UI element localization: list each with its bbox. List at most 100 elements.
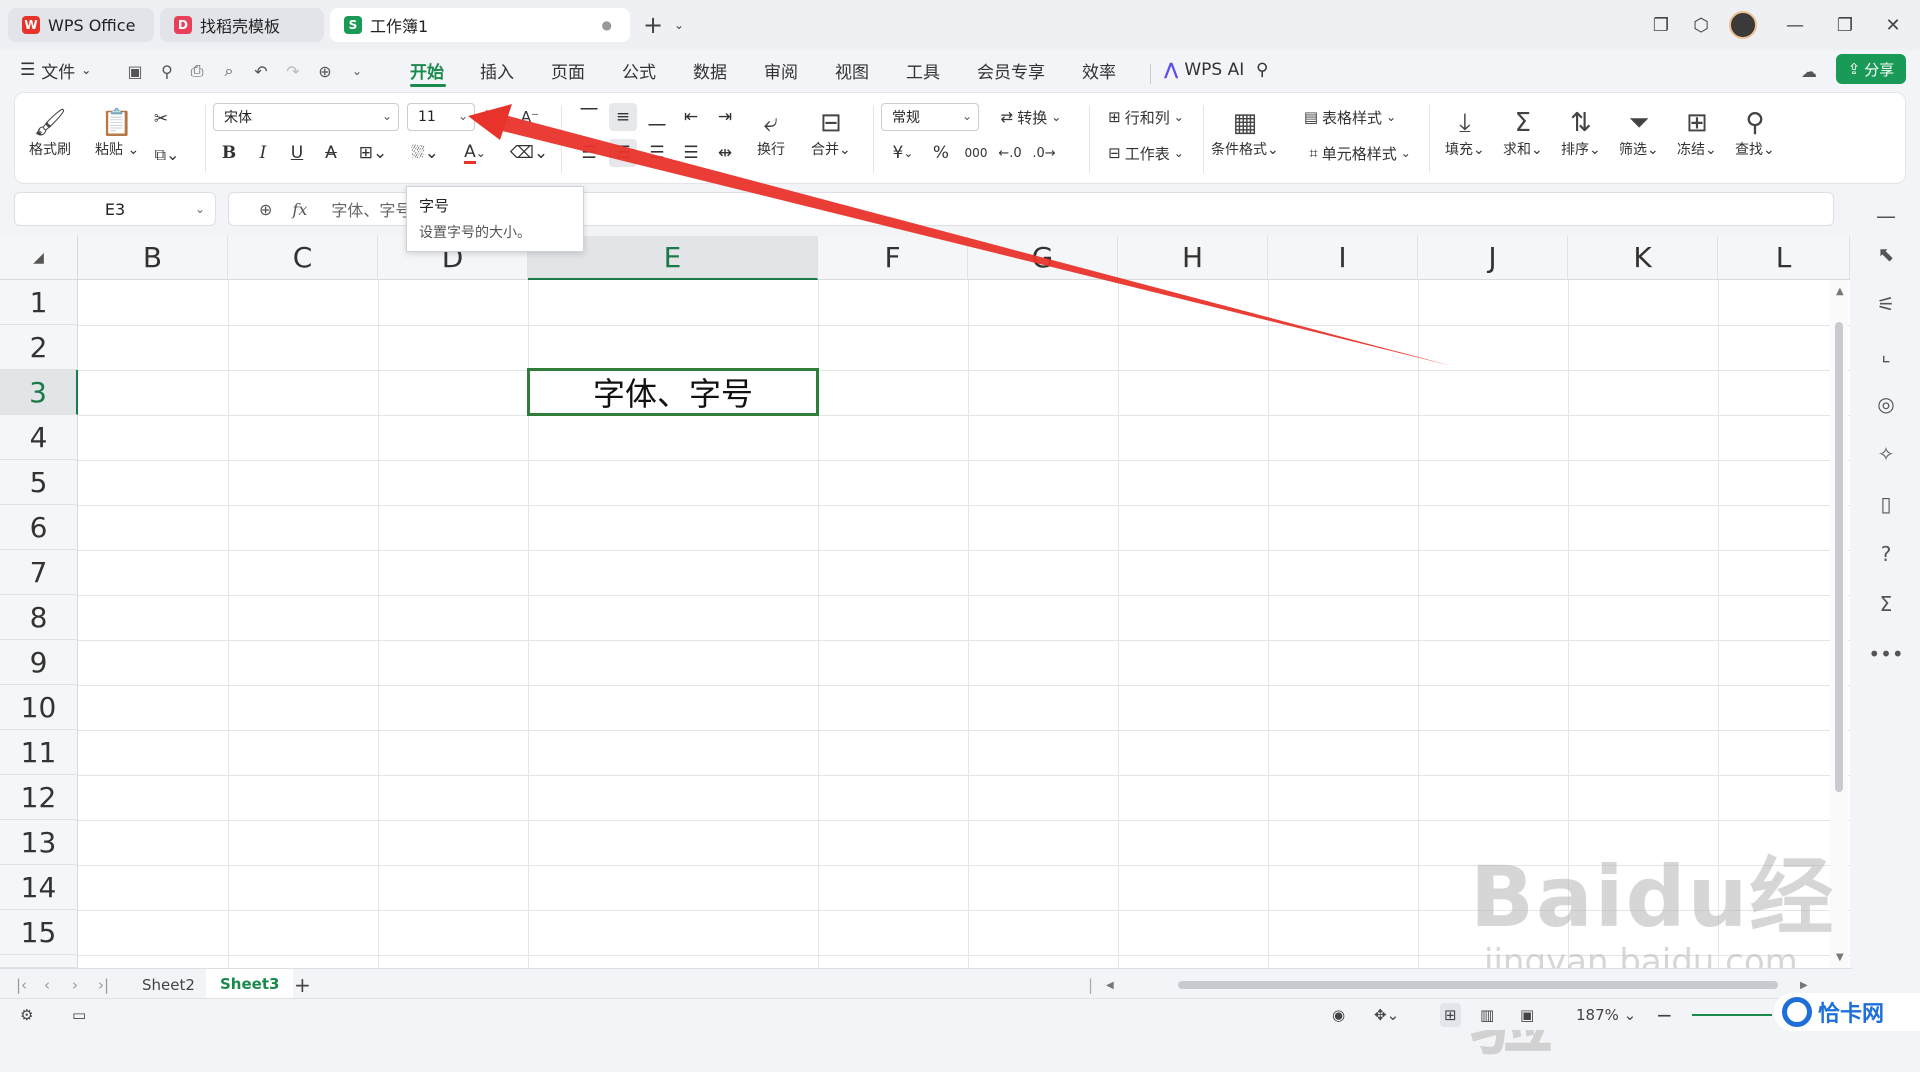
avatar[interactable] (1728, 10, 1758, 40)
clear-format-icon[interactable]: ⌫⌄ (509, 139, 549, 167)
thousands-button[interactable]: 000 (961, 139, 991, 167)
menu-efficiency[interactable]: 效率 (1082, 56, 1116, 84)
row-header-14[interactable]: 14 (0, 865, 78, 910)
undo-icon[interactable]: ↶ (248, 58, 274, 84)
percent-button[interactable]: % (927, 139, 955, 167)
share-button[interactable]: ⇪ 分享 (1836, 54, 1906, 84)
select-all-corner[interactable]: ◢ (0, 236, 78, 280)
row-header-10[interactable]: 10 (0, 685, 78, 730)
tools-icon[interactable]: ✧ (1872, 440, 1900, 468)
share-link-icon[interactable]: ⚲ (154, 58, 180, 84)
tab-docer-templates[interactable]: D 找稻壳模板 (160, 8, 324, 42)
strikethrough-button[interactable]: A (317, 139, 345, 167)
indent-decrease-icon[interactable]: ⇤ (677, 103, 705, 131)
row-header-3[interactable]: 3 (0, 370, 78, 415)
chevron-down-icon[interactable]: ⌄ (344, 58, 370, 84)
menu-member[interactable]: 会员专享 (977, 56, 1045, 84)
currency-button[interactable]: ¥ ⌄ (885, 139, 921, 167)
new-doc-icon[interactable]: ⊕ (312, 58, 338, 84)
row-header-8[interactable]: 8 (0, 595, 78, 640)
page-layout-view-icon[interactable]: ▥ (1480, 1003, 1494, 1027)
indent-increase-icon[interactable]: ⇥ (711, 103, 739, 131)
name-box[interactable]: E3 ⌄ (14, 192, 216, 226)
row-header-5[interactable]: 5 (0, 460, 78, 505)
scrollbar-thumb[interactable] (1835, 322, 1843, 792)
page-status-icon[interactable]: ▭ (72, 1003, 86, 1027)
file-menu[interactable]: ☰ 文件 ⌄ (20, 56, 91, 84)
cloud-upload-icon[interactable]: ☁ (1796, 58, 1822, 84)
number-format-combo[interactable]: 常规 ⌄ (881, 103, 979, 131)
restore-icon[interactable]: ❐ (1830, 10, 1860, 40)
distributed-icon[interactable]: ⇹ (711, 139, 739, 167)
column-header-j[interactable]: J (1418, 236, 1568, 280)
collapse-icon[interactable]: — (1872, 202, 1900, 230)
save-icon[interactable]: ▣ (122, 58, 148, 84)
window-layout-icon[interactable]: ❐ (1646, 10, 1676, 40)
fill-color-icon[interactable]: ⛆⌄ (405, 139, 445, 167)
normal-view-icon[interactable]: ⊞ (1440, 1003, 1461, 1027)
worksheet-button[interactable]: ⊟ 工作表 ⌄ (1097, 139, 1195, 167)
cell-style-button[interactable]: ⌗ 单元格样式 ⌄ (1295, 139, 1425, 167)
underline-button[interactable]: U (283, 139, 311, 167)
decrease-decimal-icon[interactable]: .0→ (1029, 139, 1059, 167)
table-style-button[interactable]: ▤ 表格样式 ⌄ (1295, 103, 1405, 131)
sheet-tab-sheet3[interactable]: Sheet3 (206, 969, 294, 999)
merge-button[interactable]: ⊟ 合并⌄ (811, 107, 851, 159)
column-header-h[interactable]: H (1118, 236, 1268, 280)
row-header-15[interactable]: 15 (0, 910, 78, 955)
fx-icon[interactable]: fx (292, 200, 307, 219)
zoom-formula-icon[interactable]: ⊕ (259, 200, 272, 219)
sheet-tab-sheet2[interactable]: Sheet2 (142, 973, 195, 997)
first-sheet-icon[interactable]: |‹ (16, 973, 27, 997)
increase-font-icon[interactable]: A⁺ (481, 103, 511, 131)
chevron-down-icon[interactable]: ⌄ (664, 10, 694, 40)
tab-workbook1[interactable]: S 工作簿1 ● (330, 8, 630, 42)
row-header-12[interactable]: 12 (0, 775, 78, 820)
menu-tools[interactable]: 工具 (906, 56, 940, 84)
filter-button[interactable]: ⏷ 筛选⌄ (1619, 107, 1659, 159)
font-color-button[interactable]: A ⌄ (455, 139, 495, 167)
row-header-13[interactable]: 13 (0, 820, 78, 865)
sliders-icon[interactable]: ⚟ (1872, 290, 1900, 318)
column-header-g[interactable]: G (968, 236, 1118, 280)
bold-button[interactable]: B (215, 139, 243, 167)
align-middle-icon[interactable]: ≡ (609, 103, 637, 131)
italic-button[interactable]: I (249, 139, 277, 167)
align-center-icon[interactable]: ☰ (609, 139, 637, 167)
column-header-l[interactable]: L (1718, 236, 1850, 280)
find-button[interactable]: ⚲ 查找⌄ (1735, 107, 1775, 159)
last-sheet-icon[interactable]: ›| (98, 973, 109, 997)
column-header-c[interactable]: C (228, 236, 378, 280)
scroll-left-icon[interactable]: ◀ (1106, 973, 1114, 997)
macro-icon[interactable]: ⚙ (20, 1003, 33, 1027)
center-view-icon[interactable]: ✥⌄ (1374, 1003, 1399, 1027)
row-header-11[interactable]: 11 (0, 730, 78, 775)
sort-button[interactable]: ⇅ 排序⌄ (1561, 107, 1601, 159)
add-sheet-button[interactable]: + (294, 973, 311, 997)
eye-protection-icon[interactable]: ◉ (1332, 1003, 1345, 1027)
menu-review[interactable]: 审阅 (764, 56, 798, 84)
row-header-1[interactable]: 1 (0, 280, 78, 325)
print-icon[interactable]: ⎙ (184, 58, 210, 84)
column-header-i[interactable]: I (1268, 236, 1418, 280)
menu-insert[interactable]: 插入 (480, 56, 514, 84)
align-left-icon[interactable]: ☰ (575, 139, 603, 167)
column-header-f[interactable]: F (818, 236, 968, 280)
menu-formula[interactable]: 公式 (622, 56, 656, 84)
freeze-button[interactable]: ⊞ 冻结⌄ (1677, 107, 1717, 159)
horizontal-scrollbar-thumb[interactable] (1178, 981, 1778, 989)
copy-icon[interactable]: ⧉⌄ (147, 141, 187, 169)
prev-sheet-icon[interactable]: ‹ (44, 973, 50, 997)
book-icon[interactable]: ▯ (1872, 490, 1900, 518)
minimize-icon[interactable]: — (1780, 10, 1810, 40)
selected-cell-e3[interactable]: 字体、字号 (527, 368, 819, 416)
font-size-combo[interactable]: 11 ⌄ (407, 103, 475, 131)
cube-icon[interactable]: ⬡ (1686, 10, 1716, 40)
help-icon[interactable]: ? (1872, 540, 1900, 568)
ai-chat-icon[interactable]: ◎ (1872, 390, 1900, 418)
column-header-b[interactable]: B (78, 236, 228, 280)
row-header-9[interactable]: 9 (0, 640, 78, 685)
row-header-6[interactable]: 6 (0, 505, 78, 550)
column-header-k[interactable]: K (1568, 236, 1718, 280)
menu-data[interactable]: 数据 (693, 56, 727, 84)
